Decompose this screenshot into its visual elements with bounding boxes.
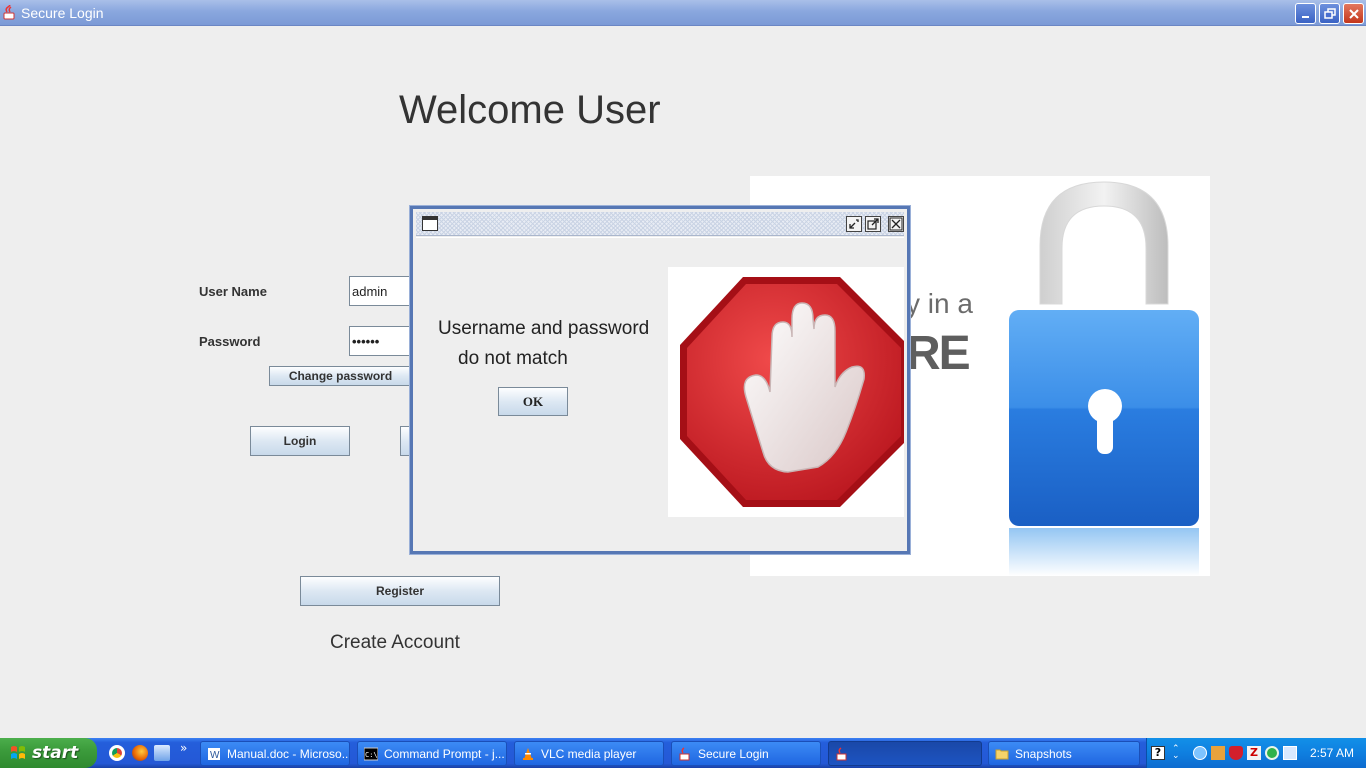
dialog-minimize-button[interactable] [846,216,862,232]
java-icon [679,746,690,760]
close-icon [889,217,903,231]
maximize-icon [867,218,879,230]
firefox-icon[interactable] [132,745,148,761]
svg-text:W: W [210,750,220,761]
close-icon [1348,8,1359,19]
svg-text:C:\: C:\ [365,751,378,759]
dialog-maximize-button[interactable] [865,216,881,232]
dialog-titlebar[interactable] [416,212,904,236]
system-tray: ? ⌃ ⌄ Z 2:57 AM [1146,738,1366,768]
java-icon [836,746,847,760]
task-secure-login[interactable]: Secure Login [671,741,821,766]
tray-expand-icon[interactable]: ⌃ ⌄ [1172,745,1182,761]
minimize-icon [849,219,859,229]
start-button[interactable]: start [0,738,97,768]
change-password-button[interactable]: Change password [269,366,412,386]
volume-icon[interactable] [1283,746,1297,760]
word-doc-icon: W [208,747,220,761]
task-label: VLC media player [541,746,637,761]
ok-button[interactable]: OK [498,387,568,416]
restore-icon [1323,7,1336,19]
cmd-icon: C:\ [364,747,378,760]
username-field[interactable]: admin [349,276,411,306]
task-label: Manual.doc - Microso... [227,746,350,761]
task-label: Command Prompt - j... [384,746,505,761]
java-icon [3,5,15,20]
quicklaunch-overflow[interactable]: » [180,741,187,755]
folder-icon [995,749,1009,759]
error-dialog[interactable]: Username and password do not match OK [409,205,911,555]
help-icon[interactable]: ? [1151,746,1165,760]
task-label: Secure Login [698,746,769,761]
username-label: User Name [199,284,267,299]
close-button[interactable] [1343,3,1364,24]
task-vlc[interactable]: VLC media player [514,741,664,766]
chrome-icon[interactable] [109,745,125,761]
status-icon[interactable] [1265,746,1279,760]
error-message-line1: Username and password [438,318,650,339]
stop-hand-image [668,267,908,517]
task-snapshots[interactable]: Snapshots [988,741,1140,766]
page-title: Welcome User [399,88,661,132]
zonealarm-icon[interactable]: Z [1247,746,1261,760]
minimize-icon [1301,15,1309,18]
password-field[interactable]: •••••• [349,326,411,356]
panel-text-line2: RE [906,327,971,380]
window-title: Secure Login [21,5,104,21]
password-label: Password [199,334,261,349]
stop-hand-icon [680,277,908,507]
window-icon [422,216,438,231]
back-arrow-icon[interactable] [1193,746,1207,760]
register-button[interactable]: Register [300,576,500,606]
create-account-text: Create Account [330,632,460,653]
login-button[interactable]: Login [250,426,350,456]
clock: 2:57 AM [1310,746,1355,760]
ie-icon[interactable] [154,745,170,761]
taskbar: start » W Manual.doc - Microso... C:\ Co… [0,738,1366,768]
task-command-prompt[interactable]: C:\ Command Prompt - j... [357,741,507,766]
dialog-body: Username and password do not match OK [416,237,908,549]
start-label: start [32,743,79,763]
dialog-close-button[interactable] [888,216,904,232]
task-label: Snapshots [1015,746,1072,761]
task-manual-doc[interactable]: W Manual.doc - Microso... [200,741,350,766]
restore-button[interactable] [1319,3,1340,24]
network-icon[interactable] [1211,746,1225,760]
panel-text-line1: y in a [906,288,973,319]
error-message-line2: do not match [458,348,568,369]
window-titlebar[interactable]: Secure Login [0,0,1366,26]
windows-logo-icon [11,746,25,759]
shield-icon[interactable] [1229,746,1243,760]
minimize-button[interactable] [1295,3,1316,24]
vlc-icon [523,747,533,760]
task-java-dialog[interactable] [828,741,982,766]
